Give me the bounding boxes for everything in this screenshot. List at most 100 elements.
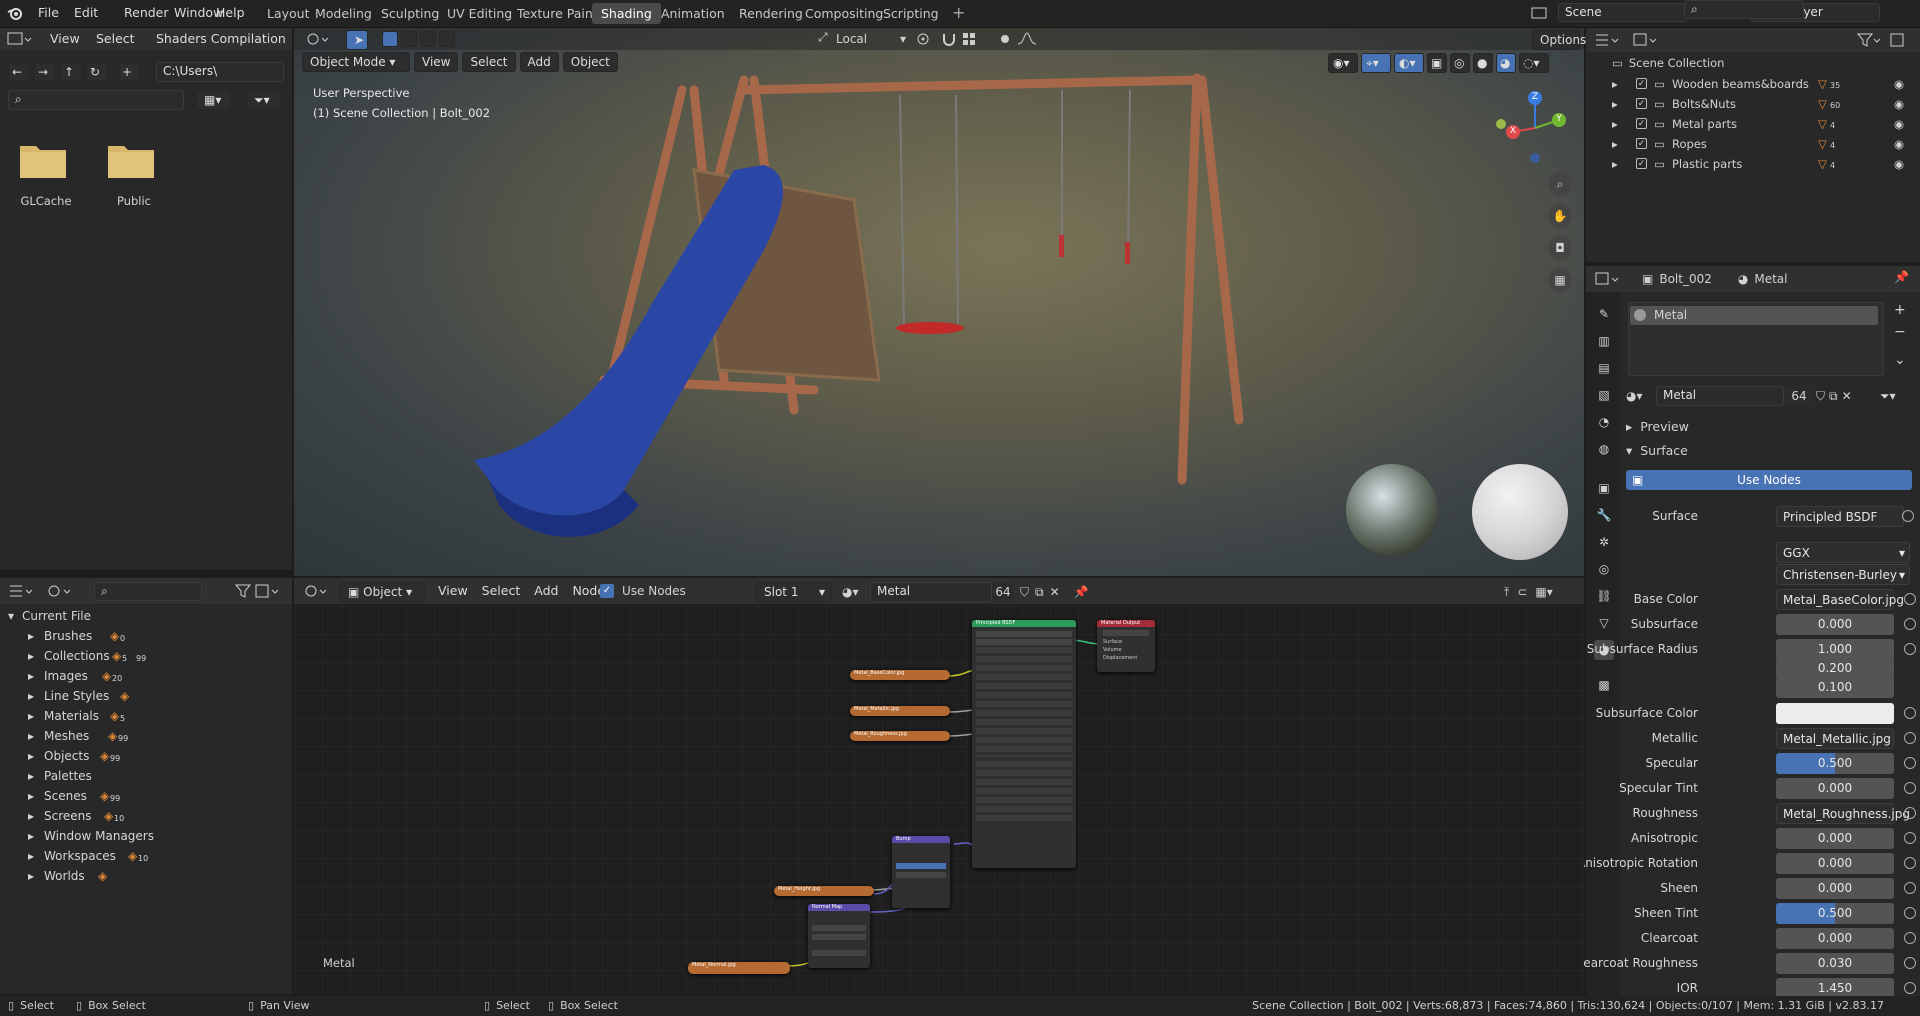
link-socket-icon[interactable]: [1904, 882, 1916, 894]
link-socket-icon[interactable]: [1902, 510, 1914, 522]
blend-file-mode-icon[interactable]: [46, 582, 72, 600]
checkbox-icon[interactable]: ✓: [1636, 98, 1647, 109]
data-item[interactable]: ▸ Line Styles ◈: [0, 686, 290, 706]
transform-orientation[interactable]: Local: [836, 28, 867, 50]
data-item[interactable]: ▸ Images ◈ 20: [0, 666, 290, 686]
forward-icon[interactable]: →: [34, 62, 56, 82]
data-item[interactable]: ▸ Brushes ◈ 0: [0, 626, 290, 646]
checkbox-icon[interactable]: ✓: [1636, 118, 1647, 129]
expand-chevron-icon[interactable]: ▸: [28, 706, 34, 726]
menu-edit[interactable]: Edit: [68, 0, 104, 26]
back-icon[interactable]: ←: [8, 62, 30, 82]
use-nodes-checkbox[interactable]: ✓: [600, 584, 614, 598]
expand-chevron-icon[interactable]: ▸: [28, 626, 34, 646]
object-icon[interactable]: ▣: [1594, 478, 1614, 498]
link-socket-icon[interactable]: [1904, 618, 1916, 630]
expand-chevron-icon[interactable]: ▸: [1612, 74, 1618, 94]
expand-chevron-icon[interactable]: ▸: [28, 726, 34, 746]
outliner-root[interactable]: ▭ Scene Collection: [1612, 54, 1724, 72]
material-output-node[interactable]: Material Output Surface Volume Displacem…: [1097, 620, 1155, 672]
new-folder-icon[interactable]: +: [118, 62, 140, 82]
outliner-search-input[interactable]: ⌕: [1684, 0, 1804, 19]
fb-search-input[interactable]: ⌕: [8, 90, 184, 110]
outliner-item[interactable]: ▸ ✓ ▭ Plastic parts ▽ 4 ◉: [1612, 154, 1912, 174]
checkbox-icon[interactable]: ✓: [1636, 138, 1647, 149]
pivot-icon[interactable]: [914, 30, 932, 48]
falloff-icon[interactable]: [1016, 30, 1038, 48]
data-filter-icon[interactable]: [234, 582, 252, 600]
overlay-toggle-icon[interactable]: ◐▾: [1394, 53, 1424, 73]
browse-material-icon[interactable]: ◕▾: [842, 582, 859, 602]
prop-value[interactable]: 0.000: [1776, 878, 1894, 899]
link-socket-icon[interactable]: [1904, 932, 1916, 944]
fake-user-icon[interactable]: ⛉: [1020, 582, 1029, 602]
preview-panel-header[interactable]: ▸ Preview: [1626, 418, 1916, 436]
menu-file[interactable]: File: [32, 0, 65, 26]
options-button[interactable]: Options ▾: [1532, 30, 1586, 65]
particles-icon[interactable]: ✲: [1594, 532, 1614, 552]
prop-value[interactable]: Metal_BaseColor.jpg: [1776, 589, 1904, 610]
distribution-select[interactable]: GGX ▾: [1776, 542, 1910, 563]
data-item[interactable]: ▸ Palettes: [0, 766, 290, 786]
pan-hand-icon[interactable]: ✋: [1548, 204, 1572, 228]
eye-icon[interactable]: ◉: [1894, 74, 1904, 94]
snap-target-icon[interactable]: ▦▾: [1535, 582, 1552, 602]
select-extend-icon[interactable]: [401, 31, 417, 47]
scene-icon[interactable]: ◔: [1594, 412, 1614, 432]
data-item[interactable]: ▸ Window Managers: [0, 826, 290, 846]
filter-icon[interactable]: ⏷▾: [1880, 386, 1896, 406]
scene-icon[interactable]: [1530, 4, 1550, 22]
eye-icon[interactable]: ◉: [1894, 134, 1904, 154]
link-socket-icon[interactable]: [1904, 832, 1916, 844]
ne-menu-add[interactable]: Add: [528, 578, 564, 604]
folder-item[interactable]: Public: [106, 140, 162, 208]
prop-value[interactable]: 0.500: [1776, 903, 1894, 924]
solid-shading-icon[interactable]: ●: [1473, 53, 1493, 73]
camera-icon[interactable]: ◘: [1548, 236, 1572, 260]
tab-animation[interactable]: Animation: [652, 3, 734, 24]
prop-value[interactable]: 0.000: [1776, 614, 1894, 635]
pin-icon[interactable]: 📌: [1894, 270, 1909, 284]
link-socket-icon[interactable]: [1904, 857, 1916, 869]
fake-user-icon[interactable]: ⛉: [1816, 386, 1825, 406]
ne-menu-view[interactable]: View: [432, 578, 474, 604]
expand-chevron-icon[interactable]: ▸: [28, 786, 34, 806]
link-socket-icon[interactable]: [1904, 807, 1916, 819]
tab-sculpting[interactable]: Sculpting: [372, 3, 448, 24]
add-slot-icon[interactable]: +: [1894, 302, 1906, 318]
rendered-shading-icon[interactable]: ◌▾: [1519, 53, 1549, 73]
surface-panel-header[interactable]: ▾ Surface: [1626, 442, 1916, 460]
snap-icon[interactable]: [940, 30, 958, 48]
prop-value[interactable]: 0.000: [1776, 828, 1894, 849]
subsurface-method-select[interactable]: Christensen-Burley ▾: [1776, 564, 1910, 585]
view-layer-icon[interactable]: ▧: [1594, 385, 1614, 405]
breadcrumb-object[interactable]: Bolt_002: [1659, 270, 1712, 288]
link-socket-icon[interactable]: [1904, 732, 1916, 744]
display-mode-icon[interactable]: ▦▾: [196, 90, 232, 110]
breadcrumb-material[interactable]: Metal: [1754, 270, 1787, 288]
expand-chevron-icon[interactable]: ▸: [1612, 154, 1618, 174]
expand-chevron-icon[interactable]: ▸: [1612, 114, 1618, 134]
new-collection-icon[interactable]: [1888, 31, 1908, 49]
link-socket-icon[interactable]: [1904, 957, 1916, 969]
texture-node-metallic[interactable]: Metal_Metallic.jpg: [850, 706, 950, 716]
prop-value[interactable]: Metal_Roughness.jpg: [1776, 803, 1910, 824]
link-socket-icon[interactable]: [1904, 707, 1916, 719]
render-icon[interactable]: ▥: [1594, 331, 1614, 351]
select-intersect-icon[interactable]: [439, 31, 455, 47]
data-item[interactable]: ▸ Materials ◈ 5: [0, 706, 290, 726]
browse-material-icon[interactable]: ◕▾: [1626, 386, 1652, 406]
blender-logo-icon[interactable]: [6, 4, 24, 22]
outliner-item[interactable]: ▸ ✓ ▭ Wooden beams&boards ▽ 35 ◉: [1612, 74, 1912, 94]
outliner-item[interactable]: ▸ ✓ ▭ Bolts&Nuts ▽ 60 ◉: [1612, 94, 1912, 114]
texture-node-basecolor[interactable]: Metal_BaseColor.jpg: [850, 670, 950, 680]
color-swatch[interactable]: [1776, 703, 1894, 724]
expand-chevron-icon[interactable]: ▸: [1612, 134, 1618, 154]
data-root[interactable]: ▾ Current File: [8, 606, 91, 626]
eye-icon[interactable]: ◉: [1894, 114, 1904, 134]
outliner-item[interactable]: ▸ ✓ ▭ Metal parts ▽ 4 ◉: [1612, 114, 1912, 134]
prop-value[interactable]: Metal_Metallic.jpg: [1776, 728, 1894, 749]
data-search-input[interactable]: ⌕: [94, 582, 202, 601]
output-icon[interactable]: ▤: [1594, 358, 1614, 378]
ne-menu-select[interactable]: Select: [476, 578, 527, 604]
